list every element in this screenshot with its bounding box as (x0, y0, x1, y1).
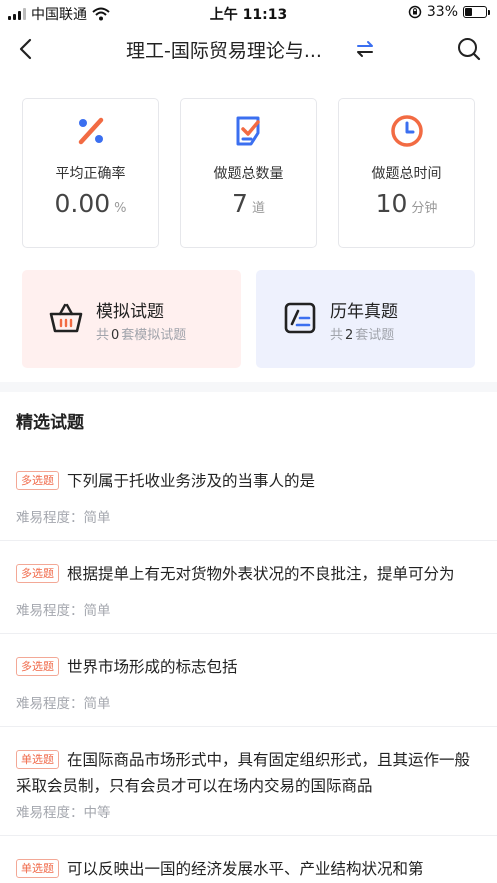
stat-number: 10 (375, 189, 408, 218)
question-type-badge: 多选题 (16, 657, 59, 676)
mock-exam-card[interactable]: 模拟试题 共 0 套模拟试题 (22, 270, 241, 368)
question-difficulty: 难易程度：中等 (16, 805, 111, 821)
stat-unit: 道 (251, 201, 265, 216)
section-title: 精选试题 (16, 413, 84, 433)
section-divider (0, 382, 497, 392)
page-title: 理工-国际贸易理论与... (126, 40, 322, 62)
subtitle-prefix: 共 (96, 328, 110, 343)
status-bar: 中国联通 上午 11:13 33% (0, 0, 497, 26)
orientation-lock-icon (408, 5, 422, 19)
question-list: 多选题 下列属于托收业务涉及的当事人的是 难易程度：简单 多选题 根据提单上有无对货… (0, 448, 497, 883)
status-right: 33% (408, 4, 490, 20)
question-line: 多选题 世界市场形成的标志包括 (16, 654, 481, 680)
basket-icon (49, 303, 83, 333)
question-text: 下列属于托收业务涉及的当事人的是 (67, 472, 316, 490)
stat-unit: 分钟 (411, 201, 438, 216)
question-text: 世界市场形成的标志包括 (67, 658, 238, 676)
question-text: 在国际商品市场形式中，具有固定组织形式，且其运作一般采取会员制，只有会员才可以在… (16, 751, 471, 795)
question-difficulty: 难易程度：简单 (16, 603, 111, 619)
stat-value: 10 分钟 (339, 189, 474, 218)
stat-label: 做题总数量 (213, 166, 284, 182)
subtitle-count: 0 (111, 328, 120, 343)
card-subtitle: 共 2 套试题 (330, 324, 394, 343)
question-text: 根据提单上有无对货物外表状况的不良批注，提单可分为 (67, 565, 455, 583)
stat-card-accuracy: 平均正确率 0.00% (22, 98, 159, 248)
stats-row: 平均正确率 0.00% 做题总数量 7道 做题总时间 10 分钟 (22, 98, 475, 248)
past-exam-card[interactable]: 历年真题 共 2 套试题 (256, 270, 475, 368)
stat-label: 做题总时间 (371, 166, 442, 182)
question-type-badge: 单选题 (16, 859, 59, 878)
question-line: 多选题 根据提单上有无对货物外表状况的不良批注，提单可分为 (16, 561, 481, 587)
question-type-badge: 单选题 (16, 750, 59, 769)
question-text: 可以反映出一国的经济发展水平、产业结构状况和第 (67, 860, 424, 878)
clock-icon (390, 115, 423, 147)
subtitle-suffix: 套模拟试题 (121, 328, 187, 343)
question-line: 单选题 可以反映出一国的经济发展水平、产业结构状况和第 (16, 856, 481, 882)
percent-icon (78, 117, 103, 145)
stat-unit: % (114, 201, 127, 216)
search-icon[interactable] (455, 35, 483, 63)
question-difficulty: 难易程度：简单 (16, 510, 111, 526)
nav-bar: 理工-国际贸易理论与... (0, 26, 497, 72)
stat-value: 7道 (181, 189, 316, 218)
stat-card-time: 做题总时间 10 分钟 (338, 98, 475, 248)
question-item[interactable]: 单选题 在国际商品市场形式中，具有固定组织形式，且其运作一般采取会员制，只有会员才… (0, 727, 497, 836)
stat-value: 0.00% (23, 189, 158, 218)
card-title: 历年真题 (330, 302, 398, 322)
subtitle-count: 2 (345, 328, 354, 343)
subtitle-prefix: 共 (330, 328, 344, 343)
card-subtitle: 共 0 套模拟试题 (96, 324, 186, 343)
battery-icon (463, 6, 490, 18)
question-line: 单选题 在国际商品市场形式中，具有固定组织形式，且其运作一般采取会员制，只有会员才… (16, 747, 481, 799)
battery-percent: 33% (426, 4, 458, 20)
swap-icon[interactable] (354, 38, 376, 60)
stat-label: 平均正确率 (55, 166, 126, 182)
question-type-badge: 多选题 (16, 471, 59, 490)
question-type-badge: 多选题 (16, 564, 59, 583)
subtitle-suffix: 套试题 (355, 328, 395, 343)
stat-number: 0.00 (54, 189, 111, 218)
checklist-icon (236, 116, 260, 146)
exam-paper-icon (284, 302, 316, 334)
question-item[interactable]: 多选题 下列属于托收业务涉及的当事人的是 难易程度：简单 (0, 448, 497, 541)
stat-number: 7 (232, 189, 248, 218)
question-item[interactable]: 多选题 根据提单上有无对货物外表状况的不良批注，提单可分为 难易程度：简单 (0, 541, 497, 634)
card-title: 模拟试题 (96, 302, 164, 322)
question-difficulty: 难易程度：简单 (16, 696, 111, 712)
practice-row: 模拟试题 共 0 套模拟试题 历年真题 共 2 套试题 (22, 270, 475, 368)
question-item[interactable]: 单选题 可以反映出一国的经济发展水平、产业结构状况和第 (0, 836, 497, 883)
stat-card-count: 做题总数量 7道 (180, 98, 317, 248)
question-line: 多选题 下列属于托收业务涉及的当事人的是 (16, 468, 481, 494)
question-item[interactable]: 多选题 世界市场形成的标志包括 难易程度：简单 (0, 634, 497, 727)
chevron-left-icon[interactable] (14, 36, 40, 62)
